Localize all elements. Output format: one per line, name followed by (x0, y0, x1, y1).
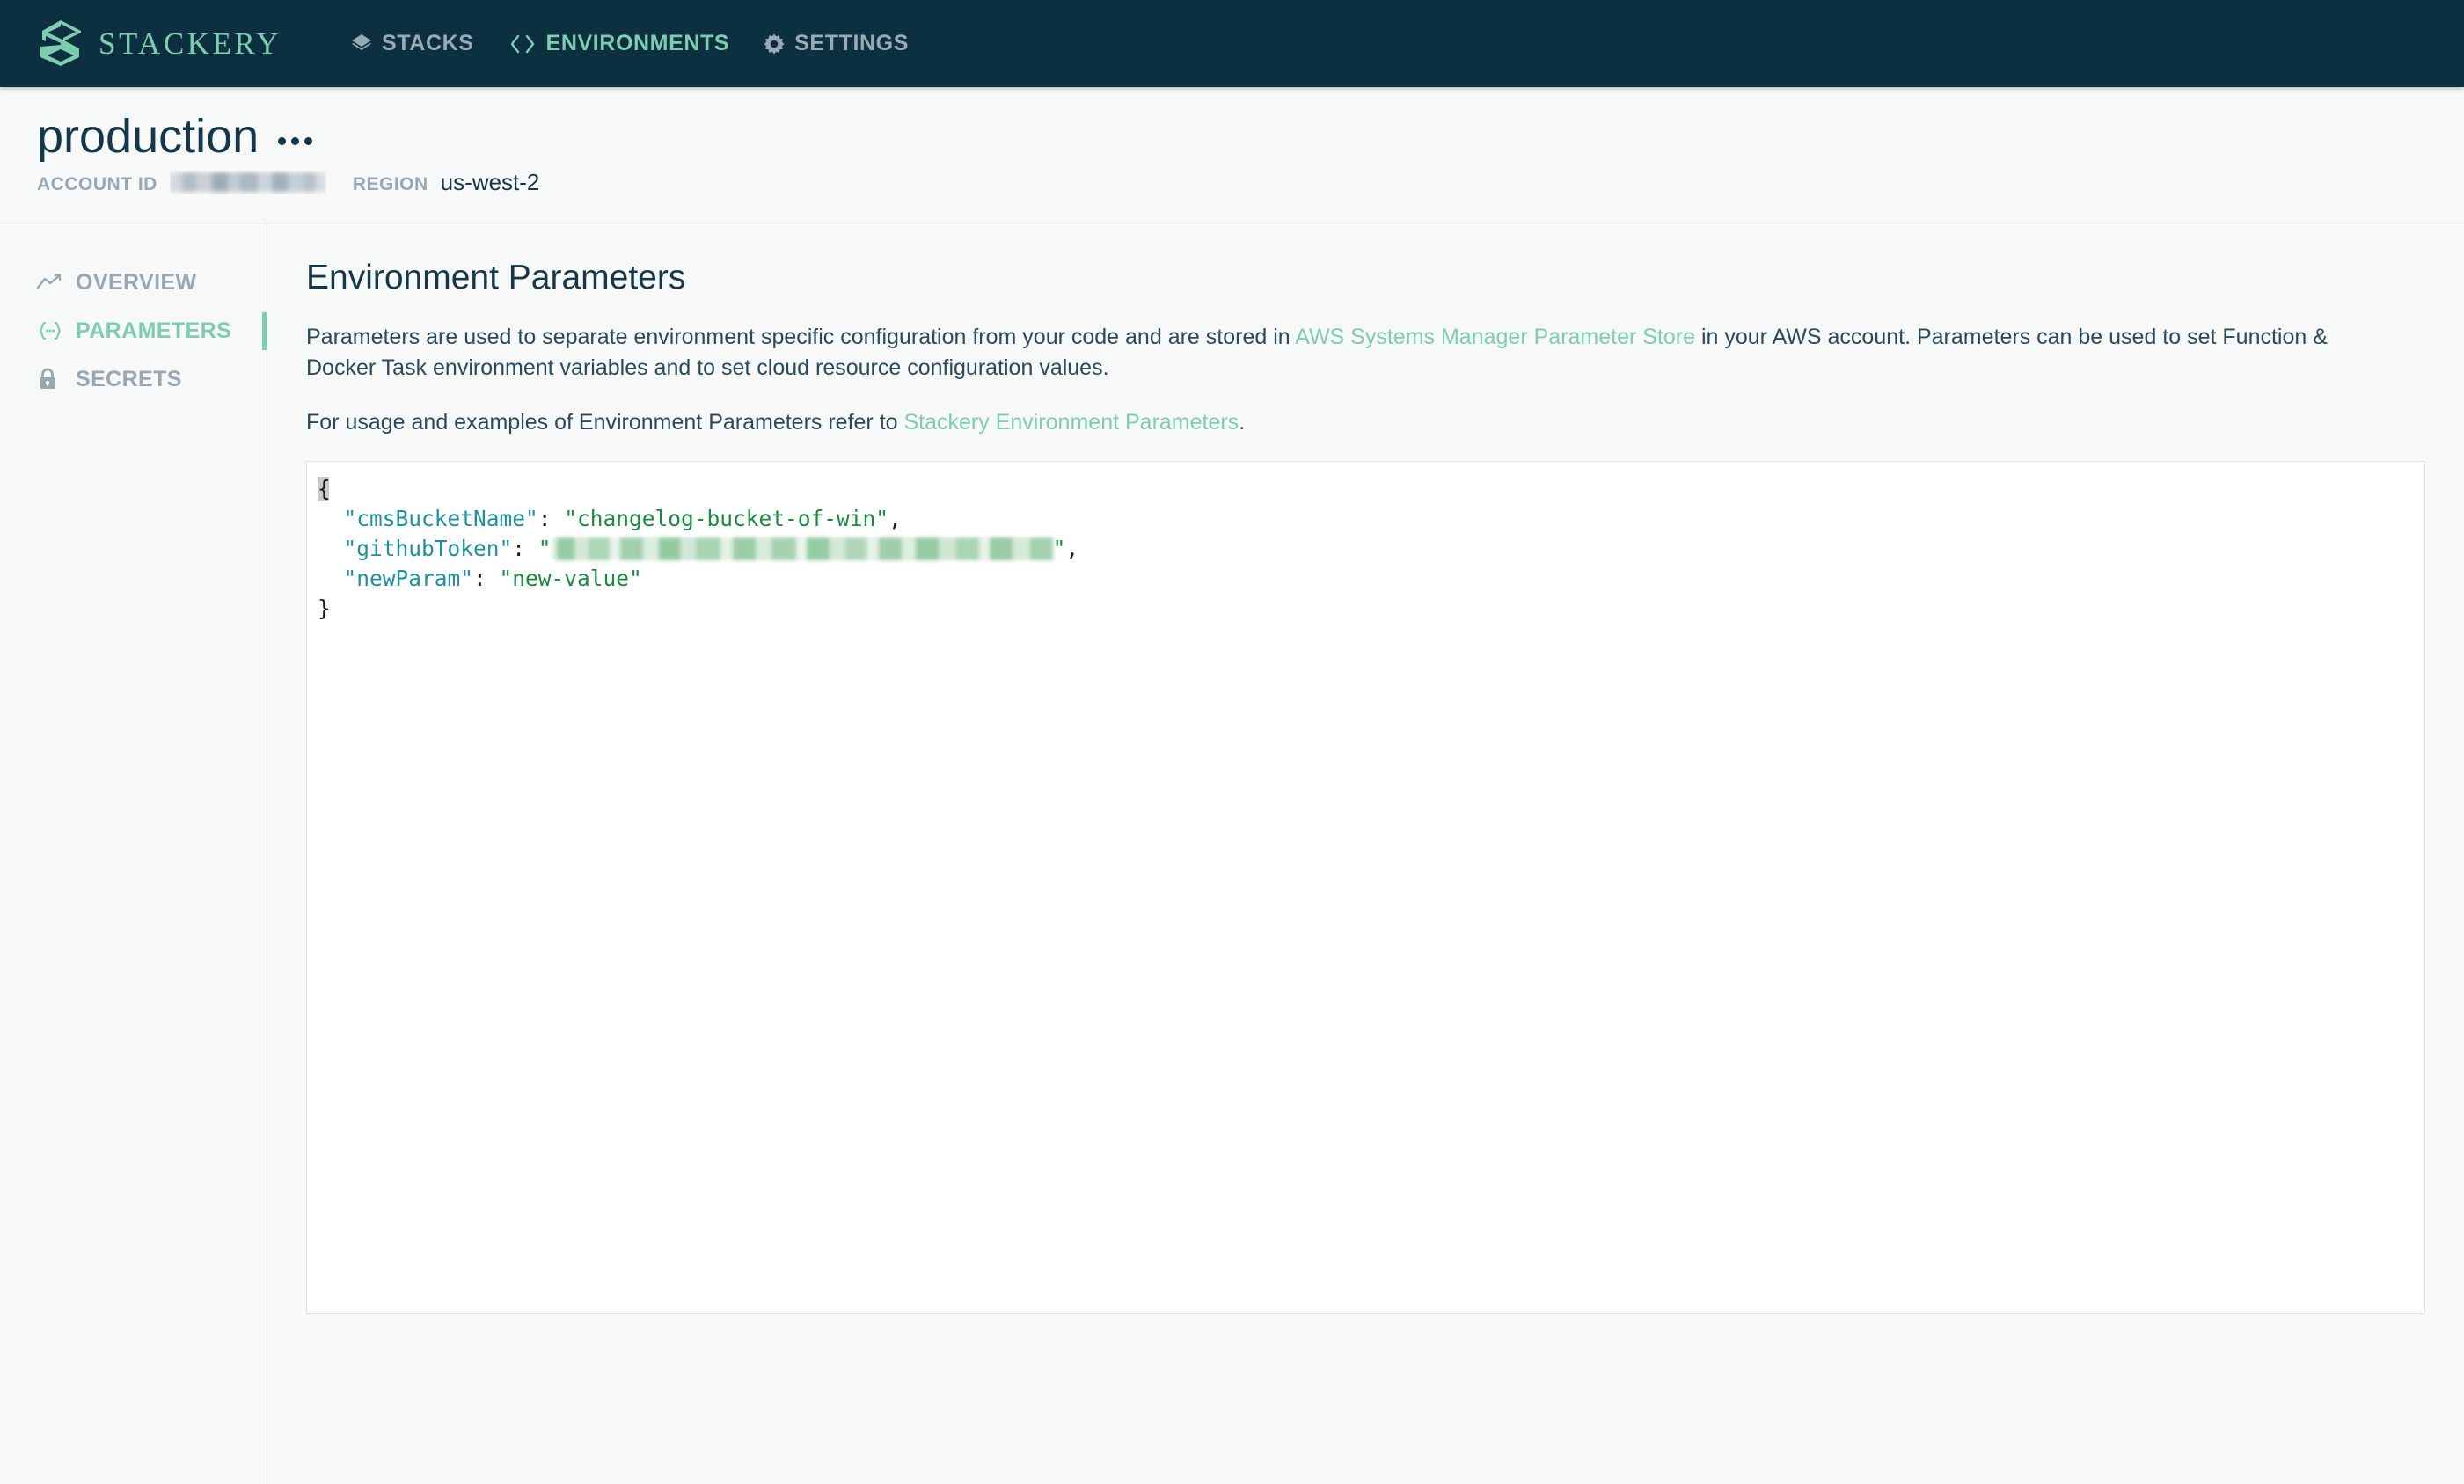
json-value-redacted (551, 537, 1053, 561)
code-brackets-icon (508, 33, 537, 55)
layers-icon (350, 33, 373, 55)
json-separator: : (473, 566, 500, 592)
nav-item-settings-label: SETTINGS (794, 31, 909, 55)
json-comma: , (888, 506, 902, 532)
json-key: "newParam" (343, 566, 474, 592)
top-navigation-bar: STACKERY STACKS ENVIRONMENTS SETTINGS (0, 0, 2464, 87)
json-line-cms-bucket-name: "cmsBucketName": "changelog-bucket-of-wi… (318, 506, 902, 531)
aws-parameter-store-link[interactable]: AWS Systems Manager Parameter Store (1295, 325, 1695, 349)
nav-links: STACKS ENVIRONMENTS SETTINGS (350, 31, 909, 56)
editor-code-content[interactable]: { "cmsBucketName": "changelog-bucket-of-… (307, 474, 2424, 624)
json-separator: : (537, 506, 565, 532)
stackery-environment-parameters-link[interactable]: Stackery Environment Parameters (904, 410, 1239, 435)
description-paragraph-2: For usage and examples of Environment Pa… (306, 407, 2400, 439)
page-header: production ACCOUNT ID REGION us-west-2 (0, 87, 2464, 223)
json-value-quote-open: " (537, 536, 552, 562)
trend-line-icon (37, 274, 63, 291)
sidebar-item-overview-label: OVERVIEW (76, 269, 197, 295)
json-line-github-token: "githubToken": " ", (318, 536, 1079, 562)
sidebar-item-parameters[interactable]: PARAMETERS (0, 307, 267, 355)
description-paragraph-1: Parameters are used to separate environm… (306, 322, 2400, 384)
json-open-brace: { (318, 476, 331, 502)
account-id-value-redacted (169, 171, 326, 194)
parameters-json-editor[interactable]: { "cmsBucketName": "changelog-bucket-of-… (306, 461, 2425, 1315)
sidebar-item-secrets-label: SECRETS (76, 366, 182, 391)
json-close-brace: } (318, 596, 331, 622)
main-content: Environment Parameters Parameters are us… (267, 223, 2464, 1484)
paragraph-1-text-before-link: Parameters are used to separate environm… (306, 324, 1296, 349)
sidebar-item-parameters-label: PARAMETERS (76, 318, 232, 343)
brand-logo-link[interactable]: STACKERY (37, 18, 281, 69)
json-key: "githubToken" (343, 536, 513, 562)
ellipsis-dot (278, 136, 287, 145)
body-wrapper: OVERVIEW PARAMETERS SECRETS Environment … (0, 223, 2464, 1484)
ellipsis-icon[interactable] (274, 128, 316, 145)
nav-item-stacks-label: STACKS (382, 31, 474, 55)
nav-item-environments[interactable]: ENVIRONMENTS (508, 31, 730, 56)
gear-icon (763, 33, 786, 55)
nav-item-environments-label: ENVIRONMENTS (545, 31, 730, 55)
paragraph-2-text-after-link: . (1239, 409, 1246, 435)
account-id-label: ACCOUNT ID (37, 173, 157, 194)
region-label: REGION (352, 173, 428, 194)
json-separator: : (512, 536, 538, 562)
environment-title-row: production (37, 112, 2464, 162)
sidebar: OVERVIEW PARAMETERS SECRETS (0, 223, 267, 1484)
brand-name: STACKERY (99, 26, 282, 61)
region-value: us-west-2 (440, 168, 540, 195)
ellipsis-dot (291, 136, 300, 145)
curly-braces-icon (37, 321, 63, 340)
json-comma: , (1065, 536, 1079, 562)
nav-item-stacks[interactable]: STACKS (350, 31, 474, 56)
json-value: "changelog-bucket-of-win" (564, 506, 889, 532)
stackery-logo-icon (37, 18, 84, 69)
page-title: production (37, 110, 260, 163)
ellipsis-dot (304, 136, 313, 145)
lock-icon (37, 368, 63, 391)
sidebar-active-indicator (262, 311, 267, 350)
json-key: "cmsBucketName" (343, 506, 538, 532)
nav-item-settings[interactable]: SETTINGS (763, 31, 909, 56)
json-value: "new-value" (499, 566, 642, 592)
json-line-new-param: "newParam": "new-value" (318, 566, 642, 591)
json-value-quote-close: " (1052, 536, 1066, 562)
sidebar-item-secrets[interactable]: SECRETS (0, 355, 267, 404)
paragraph-2-text-before-link: For usage and examples of Environment Pa… (306, 409, 904, 435)
section-title: Environment Parameters (306, 258, 686, 296)
environment-meta-row: ACCOUNT ID REGION us-west-2 (37, 169, 2464, 196)
sidebar-item-overview[interactable]: OVERVIEW (0, 259, 267, 307)
